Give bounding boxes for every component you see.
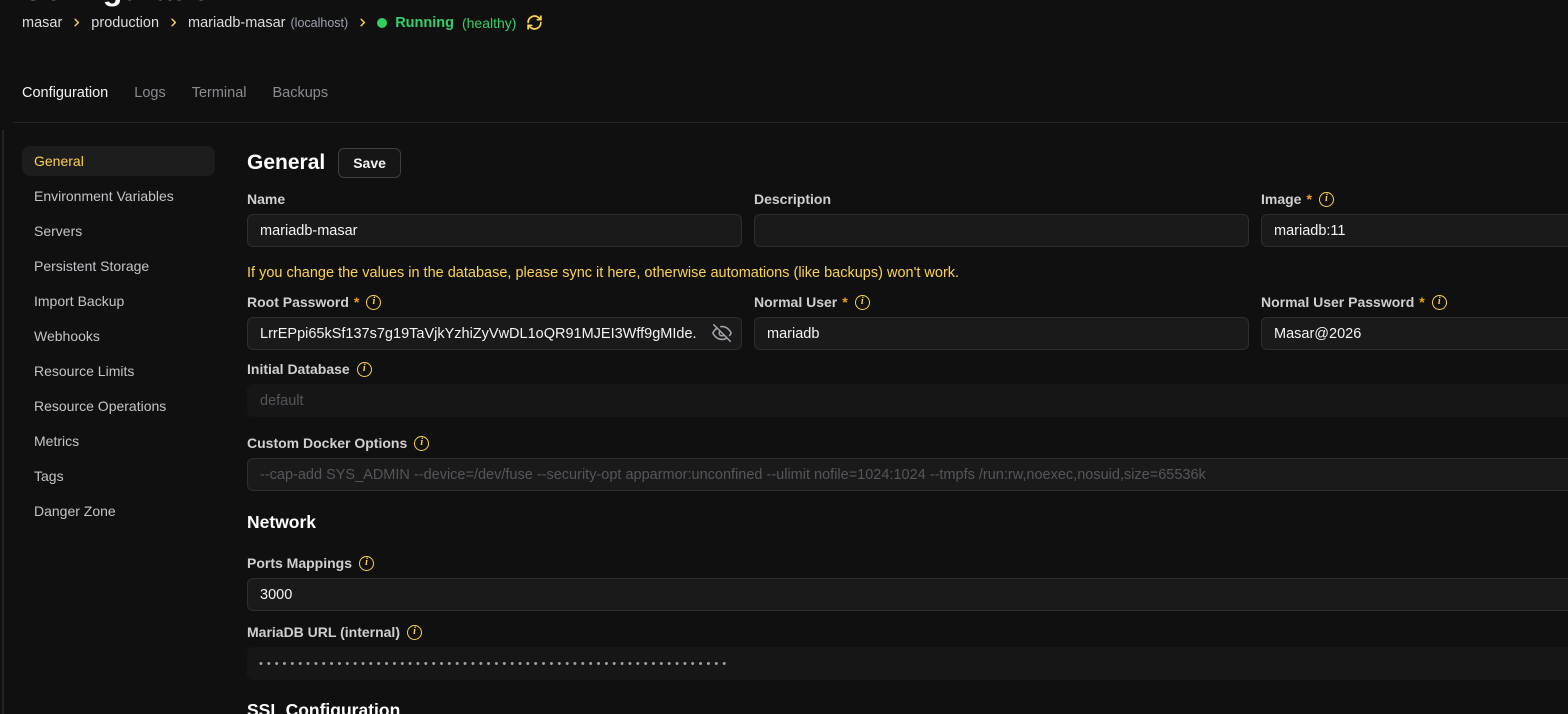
page-title-partial: Configuration: [21, 0, 231, 5]
settings-sidebar: General Environment Variables Servers Pe…: [22, 146, 215, 714]
description-input[interactable]: [754, 214, 1249, 247]
breadcrumb-environment[interactable]: production: [91, 15, 159, 31]
info-icon[interactable]: i: [357, 362, 372, 377]
info-icon[interactable]: i: [855, 295, 870, 310]
field-normal-user: Normal User * i: [754, 294, 1249, 350]
left-edge-line: [2, 130, 4, 714]
status-indicator: Running (healthy): [377, 14, 543, 31]
status-health-label: (healthy): [462, 15, 516, 31]
description-label: Description: [754, 191, 831, 207]
field-ports-mappings: Ports Mappings i: [247, 555, 1568, 611]
breadcrumb-resource-name[interactable]: mariadb-masar: [188, 15, 286, 31]
field-initial-database: Initial Database i: [247, 361, 1568, 417]
tab-bar: Configuration Logs Terminal Backups: [22, 85, 328, 101]
sidebar-item-environment-variables[interactable]: Environment Variables: [22, 181, 215, 211]
sync-warning-text: If you change the values in the database…: [247, 265, 1568, 281]
field-mariadb-url: MariaDB URL (internal) i •••••••••••••••…: [247, 624, 1568, 680]
root-password-label: Root Password: [247, 294, 349, 310]
sidebar-item-import-backup[interactable]: Import Backup: [22, 286, 215, 316]
sidebar-item-persistent-storage[interactable]: Persistent Storage: [22, 251, 215, 281]
status-dot-icon: [377, 18, 387, 28]
chevron-right-icon: [357, 17, 368, 28]
info-icon[interactable]: i: [359, 556, 374, 571]
breadcrumb-resource[interactable]: mariadb-masar (localhost): [188, 15, 348, 31]
ports-mappings-label: Ports Mappings: [247, 555, 352, 571]
normal-user-password-label: Normal User Password: [1261, 294, 1414, 310]
tabs-divider: [13, 122, 1568, 123]
tab-configuration[interactable]: Configuration: [22, 85, 108, 101]
field-image: Image * i: [1261, 191, 1568, 247]
sidebar-item-metrics[interactable]: Metrics: [22, 426, 215, 456]
name-label: Name: [247, 191, 285, 207]
general-panel: General Save Name Description Image * i: [247, 146, 1568, 714]
info-icon[interactable]: i: [414, 436, 429, 451]
ports-mappings-input[interactable]: [247, 578, 1568, 611]
custom-docker-options-label: Custom Docker Options: [247, 435, 407, 451]
tab-backups[interactable]: Backups: [273, 85, 329, 101]
normal-user-password-input[interactable]: [1261, 317, 1568, 350]
tab-logs[interactable]: Logs: [134, 85, 165, 101]
custom-docker-options-input[interactable]: [247, 458, 1568, 491]
general-heading: General: [247, 151, 325, 175]
normal-user-input[interactable]: [754, 317, 1249, 350]
sidebar-item-tags[interactable]: Tags: [22, 461, 215, 491]
initial-database-input: [247, 384, 1568, 417]
image-input[interactable]: [1261, 214, 1568, 247]
normal-user-label: Normal User: [754, 294, 837, 310]
sidebar-item-webhooks[interactable]: Webhooks: [22, 321, 215, 351]
info-icon[interactable]: i: [1432, 295, 1447, 310]
status-label: Running: [395, 15, 454, 31]
field-name: Name: [247, 191, 742, 247]
root-password-input[interactable]: [247, 317, 742, 350]
eye-slash-icon: [711, 322, 733, 347]
network-heading: Network: [247, 512, 1568, 533]
mariadb-url-label: MariaDB URL (internal): [247, 624, 400, 640]
sidebar-item-resource-operations[interactable]: Resource Operations: [22, 391, 215, 421]
sidebar-item-general[interactable]: General: [22, 146, 215, 176]
name-input[interactable]: [247, 214, 742, 247]
info-icon[interactable]: i: [366, 295, 381, 310]
breadcrumb-project[interactable]: masar: [22, 15, 62, 31]
save-button[interactable]: Save: [338, 148, 401, 178]
field-custom-docker-options: Custom Docker Options i: [247, 435, 1568, 491]
required-asterisk: *: [1306, 191, 1311, 207]
required-asterisk: *: [354, 294, 359, 310]
info-icon[interactable]: i: [407, 625, 422, 640]
field-root-password: Root Password * i: [247, 294, 742, 350]
chevron-right-icon: [71, 17, 82, 28]
field-description: Description: [754, 191, 1249, 247]
sidebar-item-danger-zone[interactable]: Danger Zone: [22, 496, 215, 526]
required-asterisk: *: [842, 294, 847, 310]
refresh-icon[interactable]: [526, 14, 543, 31]
tab-terminal[interactable]: Terminal: [192, 85, 247, 101]
ssl-configuration-heading: SSL Configuration: [247, 700, 1568, 714]
info-icon[interactable]: i: [1319, 192, 1334, 207]
chevron-right-icon: [168, 17, 179, 28]
breadcrumb: masar production mariadb-masar (localhost…: [22, 14, 543, 31]
sidebar-item-servers[interactable]: Servers: [22, 216, 215, 246]
initial-database-label: Initial Database: [247, 361, 350, 377]
breadcrumb-resource-host: (localhost): [291, 16, 349, 30]
sidebar-item-resource-limits[interactable]: Resource Limits: [22, 356, 215, 386]
field-normal-user-password: Normal User Password * i: [1261, 294, 1568, 350]
required-asterisk: *: [1419, 294, 1424, 310]
mariadb-url-masked-value: ••••••••••••••••••••••••••••••••••••••••…: [247, 647, 1568, 680]
image-label: Image: [1261, 191, 1301, 207]
toggle-password-visibility-button[interactable]: [711, 322, 733, 347]
